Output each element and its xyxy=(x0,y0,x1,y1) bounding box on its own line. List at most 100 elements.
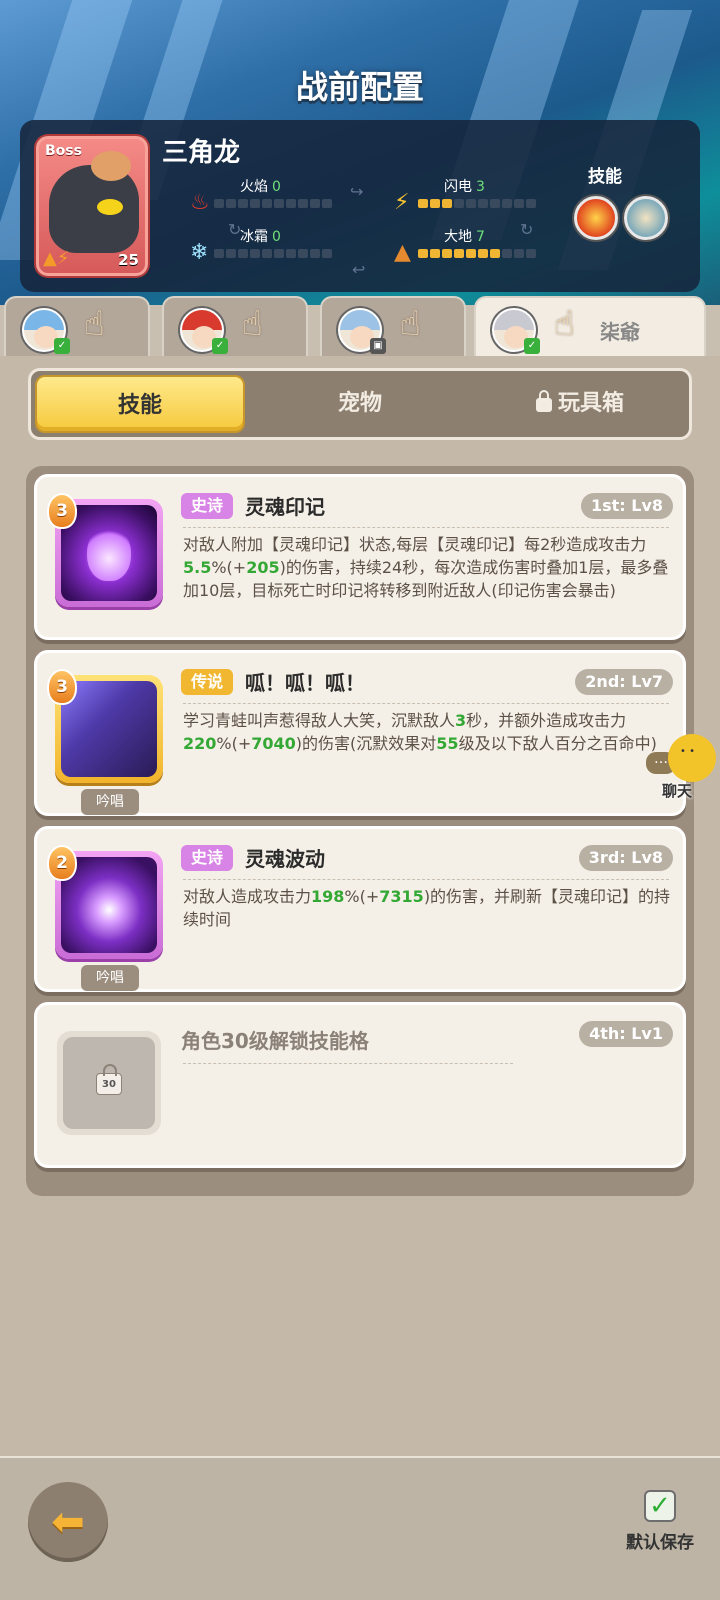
boss-portrait xyxy=(49,165,139,253)
locked-slot-inner: 30 xyxy=(63,1037,155,1129)
cycle-arrow-icon: ↪ xyxy=(350,182,364,201)
page-title: 战前配置 xyxy=(295,68,424,106)
desc-text: 学习青蛙叫声惹得敌人大笑，沉默敌人 xyxy=(183,711,456,730)
stat-segment xyxy=(310,249,320,258)
highlight-value: 198 xyxy=(311,887,345,906)
tab-pets[interactable]: 宠物 xyxy=(255,375,465,433)
lock-icon xyxy=(535,390,552,412)
tap-hand-icon: ☝ xyxy=(84,304,105,344)
frost-bar xyxy=(214,249,332,258)
tab-toybox[interactable]: 玩具箱 xyxy=(475,375,685,433)
character-tab[interactable]: ▣ ☝ xyxy=(320,296,466,358)
stat-earth-value: 7 xyxy=(476,229,485,245)
stat-segment xyxy=(526,249,536,258)
stat-segment xyxy=(214,249,224,258)
status-badge: ✓ xyxy=(54,338,70,354)
status-badge: ✓ xyxy=(524,338,540,354)
stat-segment xyxy=(226,199,236,208)
character-tab[interactable]: ✓ ☝ xyxy=(162,296,308,358)
stat-segment xyxy=(466,249,476,258)
divider xyxy=(183,879,669,880)
chat-button[interactable]: … 聊天 xyxy=(646,734,720,800)
stat-segment xyxy=(466,199,476,208)
bottom-bar: ⬅ ✓ 默认保存 xyxy=(0,1456,720,1600)
stat-segment xyxy=(418,249,428,258)
stat-segment xyxy=(322,199,332,208)
stat-lightning: 闪电 3 ⚡ xyxy=(394,176,536,216)
divider xyxy=(183,703,669,704)
boss-name: 三角龙 xyxy=(162,138,241,168)
stat-segment xyxy=(502,249,512,258)
tab-skills[interactable]: 技能 xyxy=(35,375,245,433)
character-tab[interactable]: ✓ ☝ xyxy=(4,296,150,358)
tap-hand-icon: ☝ xyxy=(554,304,575,344)
stat-segment xyxy=(274,199,284,208)
skill-list: 3 史诗 灵魂印记 1st: Lv8 对敌人附加【灵魂印记】状态,每层【灵魂印记… xyxy=(26,466,694,1196)
back-button[interactable]: ⬅ xyxy=(28,1482,108,1562)
boss-horn xyxy=(91,151,131,181)
highlight-value: 55 xyxy=(436,734,459,753)
stat-frost: 冰霜 0 ❄ xyxy=(190,226,332,266)
default-save-label: 默认保存 xyxy=(626,1533,694,1553)
stat-segment xyxy=(514,199,524,208)
stat-segment xyxy=(214,199,224,208)
highlight-value: 7315 xyxy=(379,887,424,906)
fire-bar xyxy=(214,199,332,208)
skill-card[interactable]: 3 吟唱 传说 呱！呱！呱！ 2nd: Lv7 学习青蛙叫声惹得敌人大笑，沉默敌… xyxy=(34,650,686,816)
skill-card[interactable]: 2 吟唱 史诗 灵魂波动 3rd: Lv8 对敌人造成攻击力198%(+7315… xyxy=(34,826,686,992)
locked-skill-slot: 30 xyxy=(57,1031,161,1135)
fire-icon: ♨ xyxy=(190,190,210,215)
skill-level-gem: 3 xyxy=(47,669,77,705)
boss-skill-shield-icon[interactable] xyxy=(624,196,668,240)
stat-lightning-value: 3 xyxy=(476,179,485,195)
soul-flame xyxy=(87,525,131,581)
locked-skill-card[interactable]: 30 角色30级解锁技能格 4th: Lv1 xyxy=(34,1002,686,1168)
stat-segment xyxy=(262,199,272,208)
hero-banner: 战前配置 Boss ▲⚡ 25 三角龙 火焰 0 ♨ 闪电 3 ⚡ 冰霜 0 ❄ 大 xyxy=(0,0,720,305)
stat-segment xyxy=(238,249,248,258)
slot-level-badge: 1st: Lv8 xyxy=(580,493,673,519)
skill-level-gem: 3 xyxy=(47,493,77,529)
stat-segment xyxy=(274,249,284,258)
tab-bar: 技能 宠物 玩具箱 xyxy=(28,368,692,440)
cycle-arrow-icon: ↩ xyxy=(352,260,366,279)
stat-segment xyxy=(478,249,488,258)
stat-segment xyxy=(454,199,464,208)
slot-level-badge: 3rd: Lv8 xyxy=(578,845,673,871)
stat-segment xyxy=(286,249,296,258)
stat-segment xyxy=(430,199,440,208)
rarity-badge: 史诗 xyxy=(181,845,234,871)
highlight-value: 3 xyxy=(455,711,467,730)
stat-segment xyxy=(226,249,236,258)
status-badge: ▣ xyxy=(370,338,386,354)
stat-segment xyxy=(298,199,308,208)
chant-badge: 吟唱 xyxy=(81,789,139,815)
desc-text: %(+ xyxy=(216,734,252,753)
checkbox-checked-icon[interactable]: ✓ xyxy=(644,1490,676,1522)
default-save-toggle[interactable]: ✓ 默认保存 xyxy=(612,1490,708,1553)
highlight-value: 205 xyxy=(246,558,280,577)
stat-segment xyxy=(502,199,512,208)
stat-segment xyxy=(286,199,296,208)
stat-segment xyxy=(238,199,248,208)
skill-card[interactable]: 3 史诗 灵魂印记 1st: Lv8 对敌人附加【灵魂印记】状态,每层【灵魂印记… xyxy=(34,474,686,640)
boss-card[interactable]: Boss ▲⚡ 25 xyxy=(36,136,148,276)
boss-skill-fire-icon[interactable] xyxy=(574,196,618,240)
stat-fire-label: 火焰 xyxy=(240,179,268,195)
character-name: 柒爺 xyxy=(600,320,640,344)
boss-panel: Boss ▲⚡ 25 三角龙 火焰 0 ♨ 闪电 3 ⚡ 冰霜 0 ❄ 大地 7 ▲ xyxy=(20,120,700,292)
stat-fire-value: 0 xyxy=(272,179,281,195)
desc-text: )的伤害(沉默效果对 xyxy=(295,734,437,753)
stat-segment xyxy=(250,199,260,208)
back-arrow-icon: ⬅ xyxy=(51,1499,85,1545)
boss-skills-label: 技能 xyxy=(588,167,622,187)
skill-description: 对敌人附加【灵魂印记】状态,每层【灵魂印记】每2秒造成攻击力5.5%(+205)… xyxy=(183,533,673,602)
tap-hand-icon: ☝ xyxy=(400,304,421,344)
earth-bar xyxy=(418,249,536,258)
highlight-value: 7040 xyxy=(251,734,296,753)
padlock-icon: 30 xyxy=(96,1064,122,1095)
earth-icon: ▲ xyxy=(394,240,411,265)
boss-eye xyxy=(97,199,123,215)
stat-segment xyxy=(310,199,320,208)
cycle-arrow-icon: ↻ xyxy=(520,220,534,239)
